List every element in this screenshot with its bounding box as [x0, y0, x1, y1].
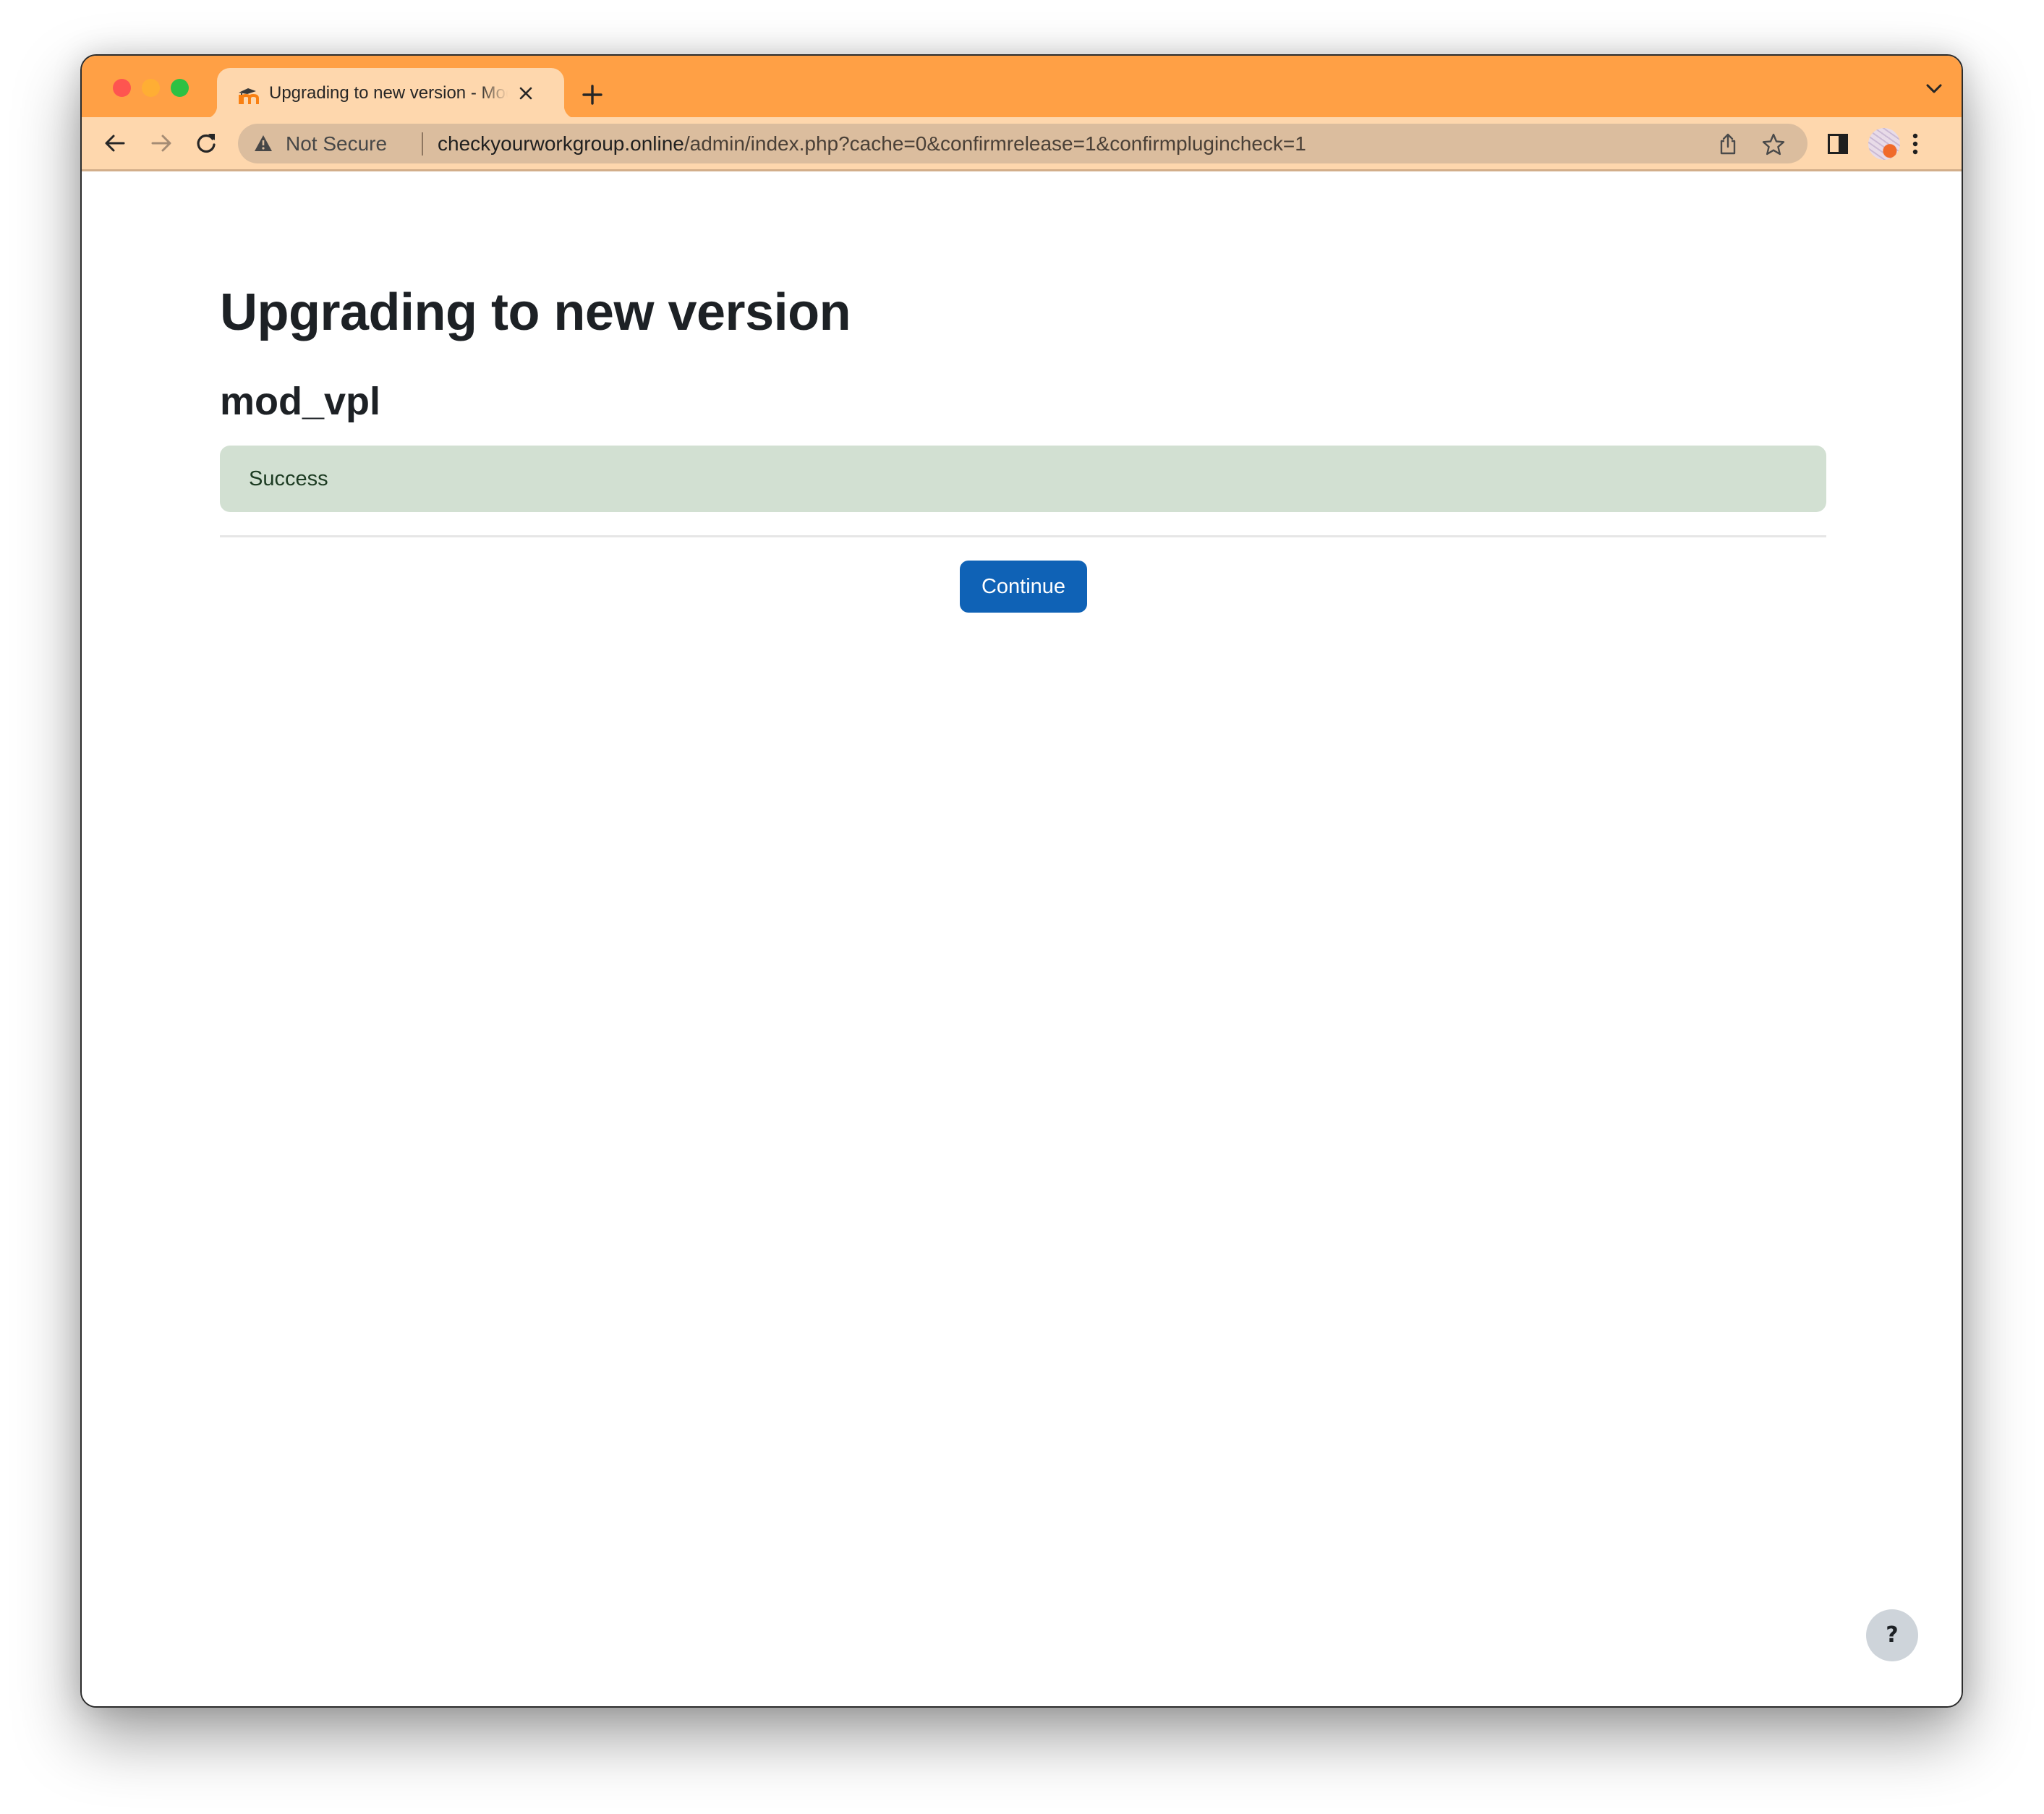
forward-button[interactable] [148, 130, 174, 156]
address-divider [422, 132, 423, 156]
arrow-left-icon [105, 135, 125, 152]
page-content: Upgrading to new version mod_vpl Success… [82, 171, 1962, 1706]
reload-button[interactable] [193, 130, 219, 156]
url-path: /admin/index.php?cache=0&confirmrelease=… [684, 132, 1306, 155]
tab-strip: Upgrading to new version - Moodle [82, 56, 1962, 119]
moodle-icon [236, 84, 260, 106]
close-window-button[interactable] [113, 79, 131, 97]
browser-tab-active[interactable]: Upgrading to new version - Moodle [204, 68, 577, 119]
help-button[interactable]: ? [1866, 1609, 1918, 1661]
arrow-right-icon [151, 135, 171, 152]
url-text[interactable]: checkyourworkgroup.online/admin/index.ph… [438, 131, 1306, 157]
tab-title: Upgrading to new version - Moodle [269, 83, 508, 103]
browser-window: Upgrading to new version - Moodle Not Se… [80, 54, 1963, 1708]
side-panel-icon[interactable] [1828, 134, 1848, 154]
minimize-window-button[interactable] [142, 79, 160, 97]
more-vertical-icon[interactable] [1910, 130, 1920, 158]
divider [220, 535, 1826, 537]
warning-icon[interactable] [254, 135, 273, 152]
browser-toolbar: Not Secure checkyourworkgroup.online/adm… [82, 117, 1962, 171]
share-icon[interactable] [1718, 132, 1738, 156]
new-tab-button[interactable] [579, 82, 605, 108]
security-status[interactable]: Not Secure [286, 131, 387, 157]
address-bar[interactable]: Not Secure checkyourworkgroup.online/adm… [238, 124, 1807, 163]
chevron-down-icon[interactable] [1925, 83, 1943, 95]
back-button[interactable] [102, 130, 128, 156]
reload-icon [197, 134, 216, 153]
page-title: Upgrading to new version [220, 284, 851, 341]
plugin-heading: mod_vpl [220, 380, 381, 423]
star-icon[interactable] [1761, 132, 1786, 156]
maximize-window-button[interactable] [171, 79, 189, 97]
avatar[interactable] [1868, 128, 1900, 160]
alert-message: Success [249, 467, 328, 490]
success-alert: Success [220, 446, 1826, 512]
continue-button[interactable]: Continue [960, 561, 1087, 613]
close-icon[interactable] [515, 82, 537, 104]
url-host: checkyourworkgroup.online [438, 132, 684, 155]
